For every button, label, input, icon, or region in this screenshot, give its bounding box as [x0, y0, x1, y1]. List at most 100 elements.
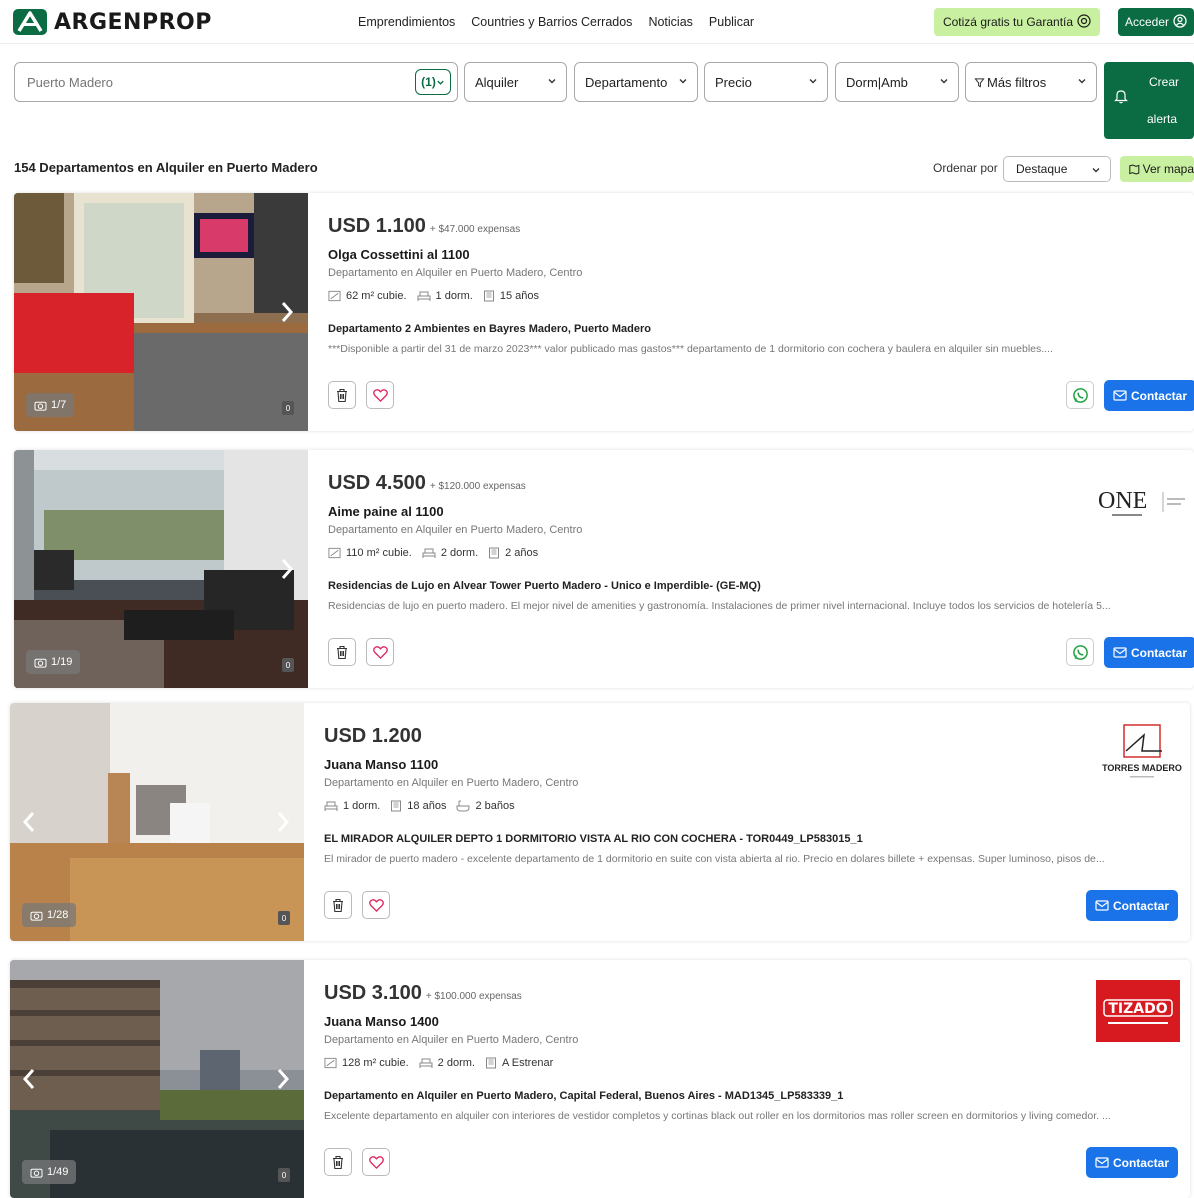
expensas: + $47.000 expensas: [429, 224, 521, 235]
feature-age: A Estrenar: [485, 1057, 553, 1069]
listing-headline[interactable]: Residencias de Lujo en Alvear Tower Puer…: [328, 580, 761, 592]
crear-alerta-button[interactable]: Crear alerta: [1104, 62, 1194, 139]
listing-photo[interactable]: 1/28 0: [10, 703, 304, 941]
bed-icon: [417, 291, 431, 301]
area-icon: [328, 547, 341, 559]
chevron-down-icon: [940, 79, 948, 84]
acceder-button[interactable]: Acceder: [1118, 8, 1194, 36]
discard-button[interactable]: [324, 891, 352, 919]
nav-countries[interactable]: Countries y Barrios Cerrados: [471, 15, 632, 29]
contactar-button[interactable]: Contactar: [1104, 380, 1194, 411]
contactar-button[interactable]: Contactar: [1104, 637, 1194, 668]
listing-card[interactable]: 1/19 0 USD 4.500 + $120.000 expensas Aime…: [14, 450, 1194, 688]
feature-area: 110 m² cubie.: [328, 547, 412, 559]
next-photo-icon[interactable]: [276, 810, 290, 834]
filter-mas-filtros[interactable]: Más filtros: [965, 62, 1097, 102]
listing-headline[interactable]: EL MIRADOR ALQUILER DEPTO 1 DORMITORIO V…: [324, 833, 863, 845]
listing-features: 128 m² cubie. 2 dorm. A Estrenar: [324, 1057, 553, 1069]
feature-text: 2 años: [505, 547, 539, 559]
location-count-toggle[interactable]: (1): [415, 69, 451, 95]
listing-card[interactable]: 1/49 0 USD 3.100 + $100.000 expensas Juan…: [10, 960, 1190, 1198]
photo-counter: 1/19: [26, 650, 81, 674]
listing-card[interactable]: 1/7 0 USD 1.100 + $47.000 expensas Olga C…: [14, 193, 1194, 431]
favorite-button[interactable]: [362, 1148, 390, 1176]
camera-icon: [34, 401, 47, 411]
feature-dorm: 1 dorm.: [417, 290, 473, 302]
alerta-label: alerta: [1147, 112, 1178, 126]
whatsapp-button[interactable]: [1066, 381, 1094, 409]
feature-text: 1 dorm.: [343, 800, 381, 812]
favorite-button[interactable]: [366, 638, 394, 666]
nav-publicar[interactable]: Publicar: [709, 15, 754, 29]
discard-button[interactable]: [324, 1148, 352, 1176]
listing-address[interactable]: Olga Cossettini al 1100: [328, 247, 470, 262]
discard-button[interactable]: [328, 638, 356, 666]
garantia-label: Cotizá gratis tu Garantía: [942, 15, 1074, 29]
nav-emprendimientos[interactable]: Emprendimientos: [358, 15, 455, 29]
favorite-button[interactable]: [366, 381, 394, 409]
mail-icon: [1113, 647, 1127, 658]
contactar-button[interactable]: Contactar: [1086, 890, 1178, 921]
next-photo-icon[interactable]: [280, 300, 294, 324]
filter-label: Precio: [715, 74, 752, 90]
feature-text: 62 m² cubie.: [346, 290, 407, 302]
filter-operacion[interactable]: Alquiler: [464, 62, 567, 102]
listing-headline[interactable]: Departamento en Alquiler en Puerto Mader…: [324, 1090, 843, 1102]
photo-count-text: 1/19: [51, 656, 73, 668]
listing-subtitle: Departamento en Alquiler en Puerto Mader…: [324, 777, 579, 789]
nav-noticias[interactable]: Noticias: [648, 15, 692, 29]
listing-price: USD 4.500 + $120.000 expensas: [328, 472, 526, 495]
crear-label: Crear: [1149, 75, 1180, 89]
logo[interactable]: ARGENPROP: [12, 8, 212, 36]
trash-icon: [333, 1155, 343, 1169]
agency-logo[interactable]: TIZADO: [1096, 980, 1180, 1047]
photo-count-text: 1/49: [47, 1166, 69, 1178]
trash-icon: [333, 898, 343, 912]
sort-select[interactable]: Destaque: [1003, 156, 1111, 182]
listing-photo[interactable]: 1/7 0: [14, 193, 308, 431]
feature-area: 62 m² cubie.: [328, 290, 407, 302]
mail-icon: [1095, 1157, 1109, 1168]
filter-tipo[interactable]: Departamento: [574, 62, 698, 102]
prev-photo-icon[interactable]: [22, 1067, 36, 1091]
feature-age: 15 años: [483, 290, 539, 302]
filter-precio[interactable]: Precio: [704, 62, 828, 102]
bed-icon: [422, 548, 436, 558]
favorite-button[interactable]: [362, 891, 390, 919]
agency-logo[interactable]: ONE: [1098, 486, 1194, 525]
heart-icon: [368, 1155, 384, 1169]
listing-headline[interactable]: Departamento 2 Ambientes en Bayres Mader…: [328, 323, 651, 335]
listing-info: USD 1.100 + $47.000 expensas Olga Cossett…: [328, 193, 1194, 431]
filter-label: Dorm|Amb: [846, 74, 908, 90]
next-photo-icon[interactable]: [280, 557, 294, 581]
listing-photo[interactable]: 1/19 0: [14, 450, 308, 688]
filter-icon: [974, 77, 985, 87]
feature-bath: 2 baños: [456, 800, 515, 812]
photo-counter: 1/7: [26, 393, 75, 417]
sort-label: Ordenar por: [933, 161, 998, 175]
feature-age: 18 años: [390, 800, 446, 812]
listing-card[interactable]: 1/28 0 USD 1.200 Juana Manso 1100 Depart…: [10, 703, 1190, 941]
contactar-button[interactable]: Contactar: [1086, 1147, 1178, 1178]
expensas: + $120.000 expensas: [429, 481, 526, 492]
price-value: USD 4.500: [328, 472, 426, 494]
discard-button[interactable]: [328, 381, 356, 409]
price-value: USD 1.200: [324, 725, 422, 747]
whatsapp-button[interactable]: [1066, 638, 1094, 666]
listing-photo[interactable]: 1/49 0: [10, 960, 304, 1198]
next-photo-icon[interactable]: [276, 1067, 290, 1091]
feature-dorm: 1 dorm.: [324, 800, 380, 812]
heart-icon: [372, 645, 388, 659]
filter-dorm-amb[interactable]: Dorm|Amb: [835, 62, 959, 102]
garantia-button[interactable]: Cotizá gratis tu Garantía: [934, 8, 1100, 36]
svg-text:ONE: ONE: [1098, 488, 1147, 514]
agency-logo[interactable]: TORRES MADERO: [1094, 723, 1190, 788]
prev-photo-icon[interactable]: [22, 810, 36, 834]
listing-address[interactable]: Aime paine al 1100: [328, 504, 444, 519]
listing-subtitle: Departamento en Alquiler en Puerto Mader…: [324, 1034, 579, 1046]
listing-address[interactable]: Juana Manso 1400: [324, 1014, 439, 1029]
contact-label: Contactar: [1130, 388, 1187, 403]
listing-address[interactable]: Juana Manso 1100: [324, 757, 438, 772]
search-input[interactable]: [27, 74, 407, 90]
ver-mapa-button[interactable]: Ver mapa: [1120, 156, 1194, 182]
